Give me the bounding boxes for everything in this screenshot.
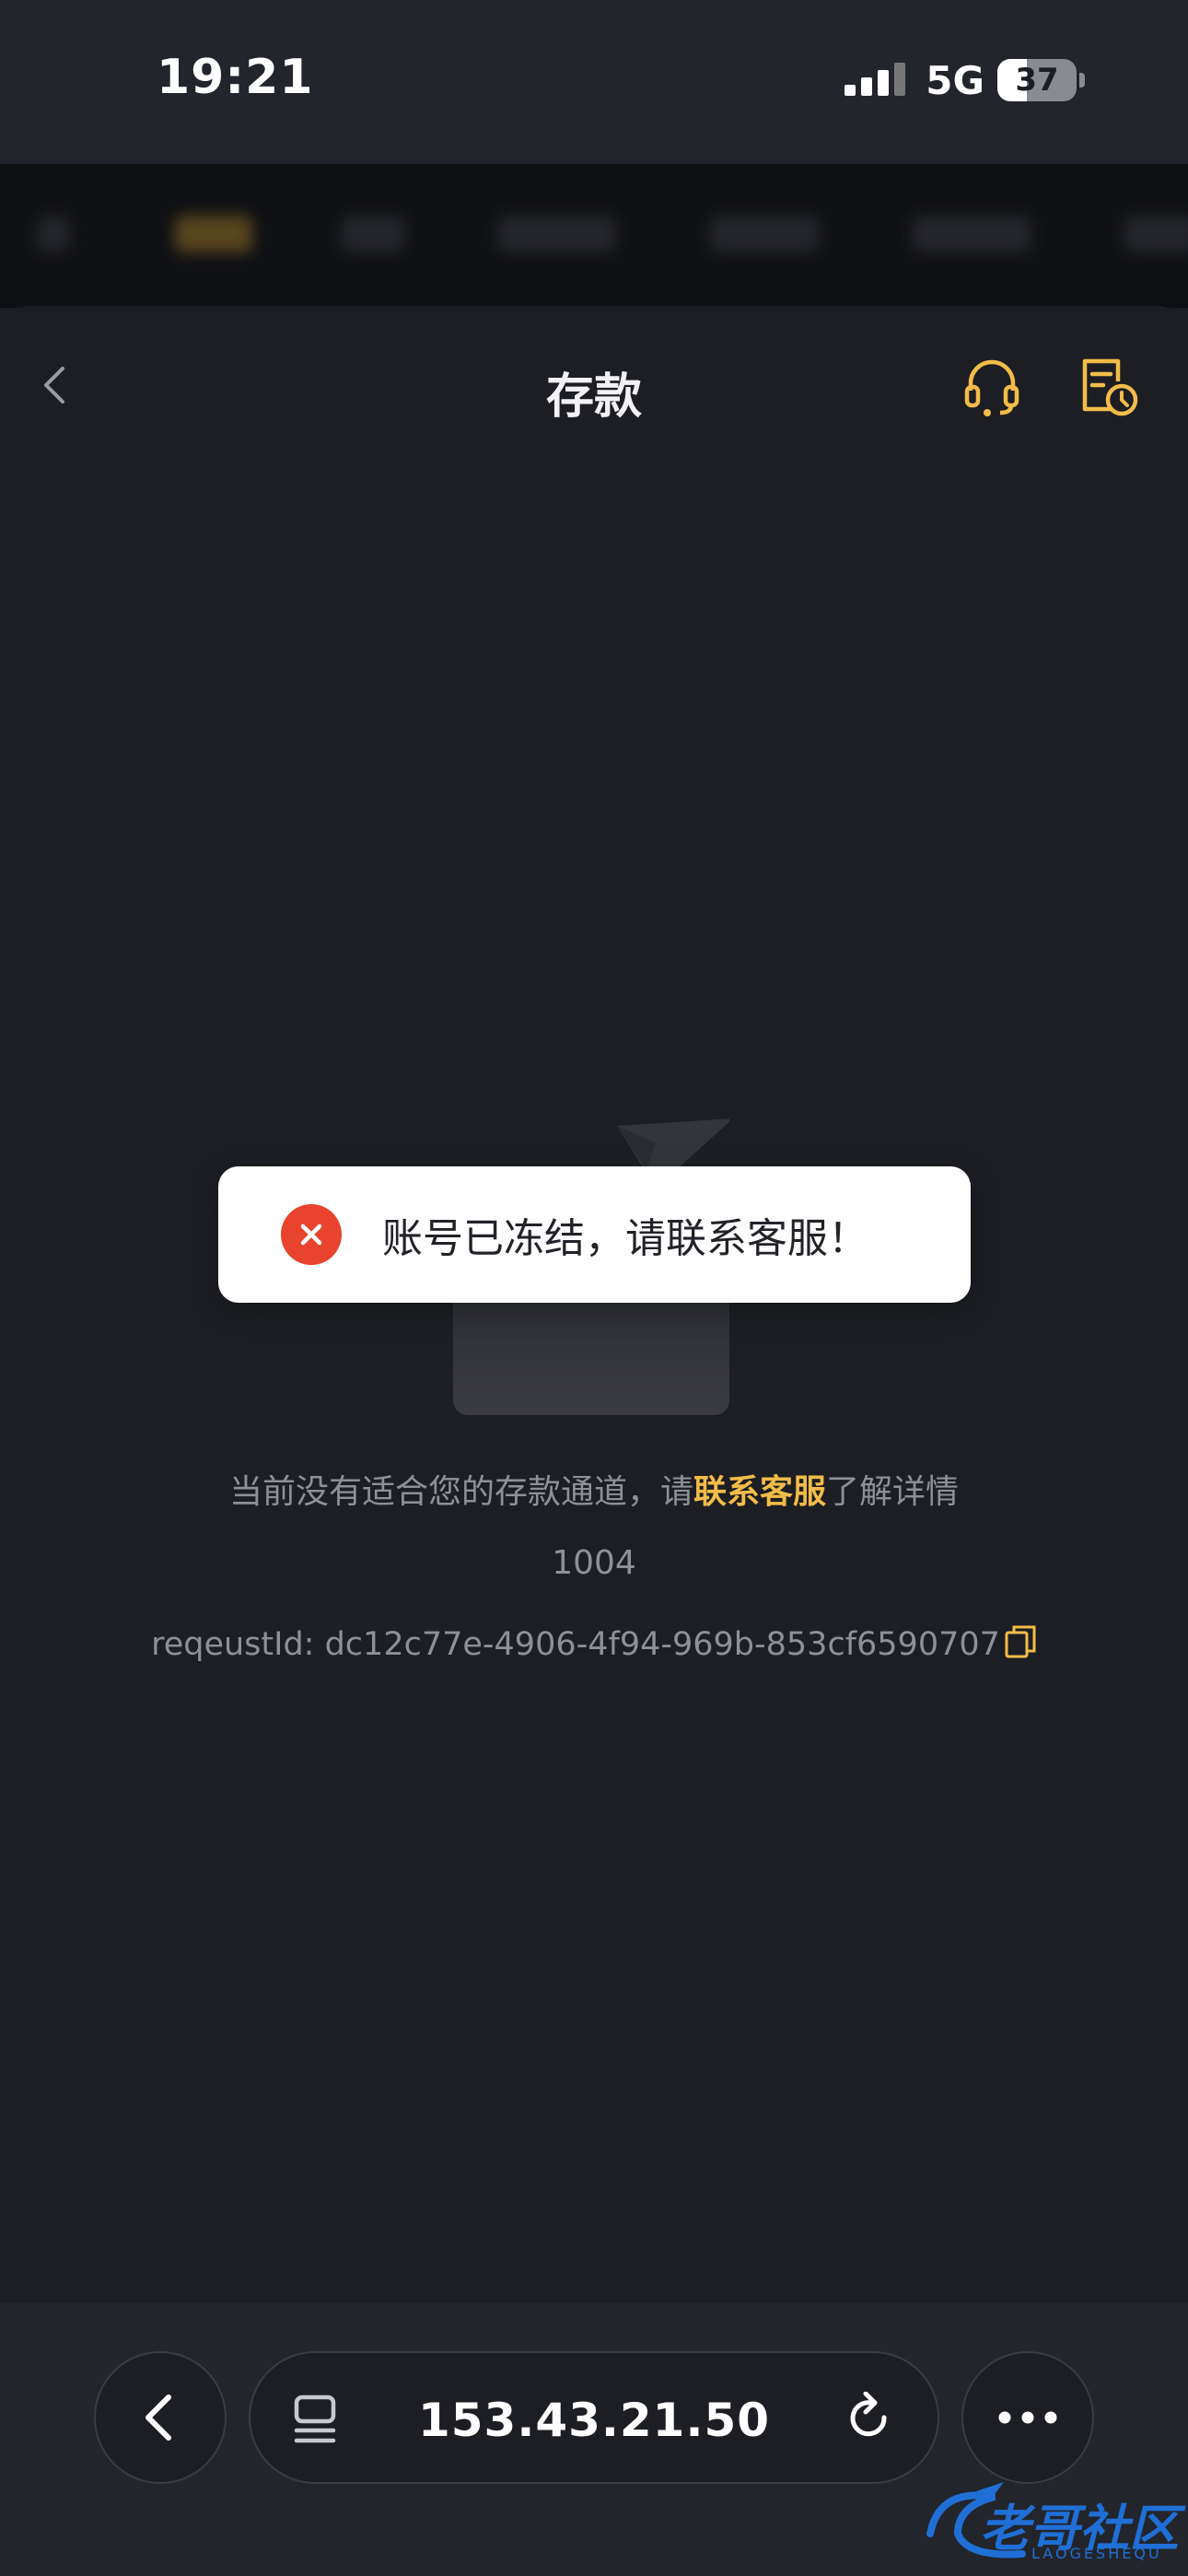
error-toast: 账号已冻结，请联系客服！ xyxy=(218,1166,971,1303)
network-label: 5G xyxy=(926,57,984,103)
blurred-tab xyxy=(497,216,617,252)
url-text: 153.43.21.50 xyxy=(417,2394,771,2447)
signal-icon xyxy=(844,61,906,100)
customer-service-button[interactable] xyxy=(960,354,1024,418)
request-id-text: reqeustId: dc12c77e-4906-4f94-969b-853cf… xyxy=(151,1626,1000,1663)
document-clock-icon xyxy=(1082,358,1138,416)
browser-back-button[interactable] xyxy=(94,2351,227,2484)
more-menu-button[interactable] xyxy=(961,2351,1094,2484)
request-id-row: reqeustId: dc12c77e-4906-4f94-969b-853cf… xyxy=(0,1623,1188,1663)
headset-icon xyxy=(964,359,1019,416)
blurred-tab xyxy=(709,216,820,252)
empty-state-message: 当前没有适合您的存款通道，请联系客服了解详情 xyxy=(0,1465,1188,1513)
toast-message: 账号已冻结，请联系客服！ xyxy=(382,1215,868,1262)
battery-icon: 37 xyxy=(997,59,1077,101)
blurred-background-tabs xyxy=(0,164,1188,308)
error-x-icon xyxy=(281,1204,342,1265)
copy-icon[interactable] xyxy=(1004,1623,1037,1660)
blurred-tab xyxy=(1124,216,1188,252)
contact-support-link[interactable]: 联系客服 xyxy=(693,1473,826,1511)
blurred-tab xyxy=(912,216,1031,252)
status-bar: 19:21 5G 37 xyxy=(0,0,1188,164)
battery-tip xyxy=(1079,73,1085,88)
watermark-subtext: LAOGESHEQU xyxy=(1031,2545,1162,2562)
battery-percent: 37 xyxy=(1015,62,1059,99)
status-indicators: 5G 37 xyxy=(844,57,1085,103)
reload-icon[interactable] xyxy=(844,2392,897,2447)
status-time: 19:21 xyxy=(157,50,314,105)
address-bar[interactable]: 153.43.21.50 xyxy=(249,2351,939,2484)
deposit-history-button[interactable] xyxy=(1076,354,1140,418)
blurred-tab xyxy=(341,216,405,252)
more-dots-icon xyxy=(998,2411,1057,2424)
chevron-left-icon xyxy=(146,2395,171,2441)
error-code: 1004 xyxy=(552,1544,636,1582)
blurred-tab xyxy=(37,216,70,252)
blurred-tab-active xyxy=(175,216,252,252)
watermark-logo: 老哥社区 LAOGESHEQU xyxy=(921,2469,1179,2570)
message-prefix: 当前没有适合您的存款通道，请 xyxy=(228,1473,693,1511)
message-suffix: 了解详情 xyxy=(826,1473,960,1511)
